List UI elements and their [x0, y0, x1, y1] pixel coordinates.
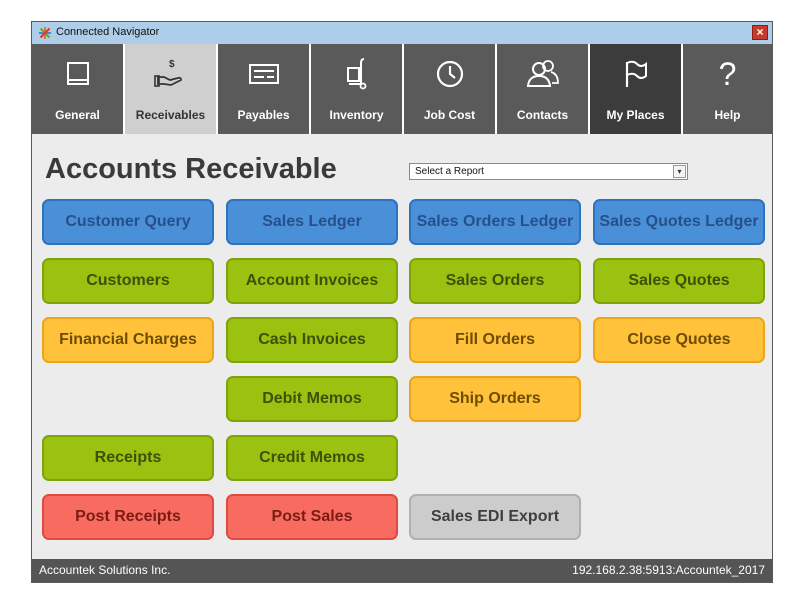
report-select-value: Select a Report	[415, 166, 484, 177]
nav-tab-receivables[interactable]: $ Receivables	[125, 44, 216, 134]
nav-tab-label: Payables	[237, 108, 290, 122]
hand-truck-icon	[346, 58, 366, 90]
nav-tab-contacts[interactable]: Contacts	[497, 44, 588, 134]
nav-tab-label: Job Cost	[423, 108, 476, 122]
account-invoices-button[interactable]: Account Invoices	[226, 258, 398, 304]
nav-tab-help[interactable]: ? Help	[683, 44, 772, 134]
close-button[interactable]: ×	[752, 25, 768, 40]
page-title: Accounts Receivable	[45, 153, 337, 185]
sales-orders-ledger-button[interactable]: Sales Orders Ledger	[409, 199, 581, 245]
report-select[interactable]: Select a Report ▾	[409, 163, 688, 180]
sales-quotes-ledger-button[interactable]: Sales Quotes Ledger	[593, 199, 765, 245]
ship-orders-button[interactable]: Ship Orders	[409, 376, 581, 422]
company-name: Accountek Solutions Inc.	[39, 563, 171, 577]
nav-tab-label: General	[55, 108, 100, 122]
customer-query-button[interactable]: Customer Query	[42, 199, 214, 245]
svg-text:$: $	[169, 59, 175, 70]
nav-tab-general[interactable]: General	[32, 44, 123, 134]
nav-tab-payables[interactable]: Payables	[218, 44, 309, 134]
hand-dollar-icon: $	[153, 59, 182, 87]
nav-tab-inventory[interactable]: Inventory	[311, 44, 402, 134]
people-icon	[526, 60, 559, 87]
nav-tab-label: Receivables	[135, 108, 206, 122]
fill-orders-button[interactable]: Fill Orders	[409, 317, 581, 363]
module-nav: General $ Receivables Payables Inventory…	[32, 44, 772, 134]
sales-quotes-button[interactable]: Sales Quotes	[593, 258, 765, 304]
financial-charges-button[interactable]: Financial Charges	[42, 317, 214, 363]
nav-tab-label: Inventory	[329, 108, 384, 122]
app-window: Connected Navigator × General $ Receivab…	[31, 21, 773, 583]
nav-tab-label: My Places	[606, 108, 665, 122]
credit-memos-button[interactable]: Credit Memos	[226, 435, 398, 481]
book-icon	[66, 62, 89, 85]
connection-info: 192.168.2.38:5913:Accountek_2017	[572, 563, 765, 577]
nav-tab-label: Help	[714, 108, 741, 122]
title-bar[interactable]: Connected Navigator ×	[32, 22, 772, 44]
receipts-button[interactable]: Receipts	[42, 435, 214, 481]
nav-tab-job-cost[interactable]: Job Cost	[404, 44, 495, 134]
customers-button[interactable]: Customers	[42, 258, 214, 304]
close-quotes-button[interactable]: Close Quotes	[593, 317, 765, 363]
status-bar: Accountek Solutions Inc. 192.168.2.38:59…	[32, 559, 772, 582]
sales-orders-button[interactable]: Sales Orders	[409, 258, 581, 304]
clock-icon	[436, 60, 463, 88]
nav-tab-my-places[interactable]: My Places	[590, 44, 681, 134]
nav-tab-label: Contacts	[516, 108, 569, 122]
post-receipts-button[interactable]: Post Receipts	[42, 494, 214, 540]
app-logo-icon	[39, 27, 51, 39]
window-title: Connected Navigator	[56, 26, 160, 38]
sales-ledger-button[interactable]: Sales Ledger	[226, 199, 398, 245]
debit-memos-button[interactable]: Debit Memos	[226, 376, 398, 422]
flag-icon	[625, 60, 647, 87]
post-sales-button[interactable]: Post Sales	[226, 494, 398, 540]
sales-edi-export-button[interactable]: Sales EDI Export	[409, 494, 581, 540]
chevron-down-icon[interactable]: ▾	[673, 165, 686, 178]
question-icon: ?	[718, 55, 737, 92]
cash-invoices-button[interactable]: Cash Invoices	[226, 317, 398, 363]
check-icon	[248, 64, 279, 84]
